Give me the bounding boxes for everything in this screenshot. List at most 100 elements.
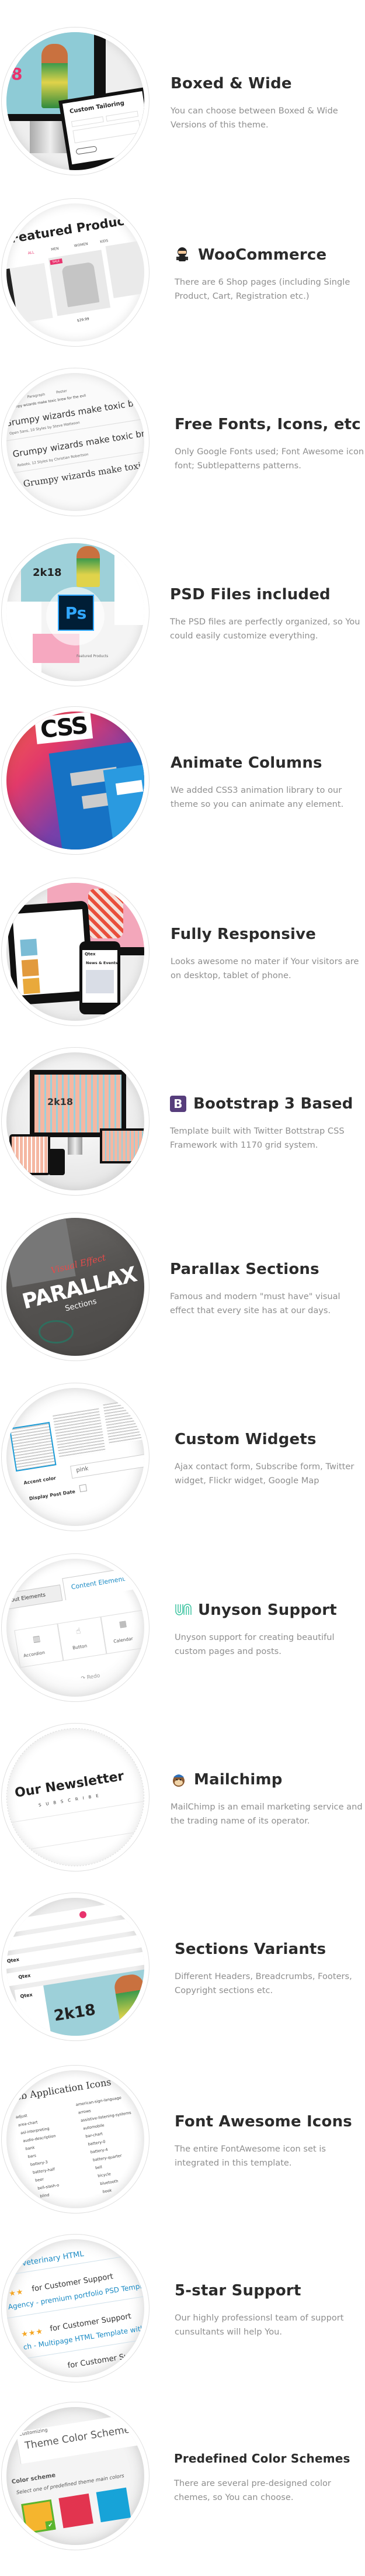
feature-text: Parallax Sections Famous and modern "mus…: [170, 1259, 363, 1318]
icon-list: adjust area-chart asl-interpreting audio-de…: [15, 2106, 73, 2198]
shop-preview: Featured Products ALL MEN WOMEN KIDS SAL…: [6, 210, 144, 341]
icon-list-item: bell: [95, 2164, 103, 2171]
feature-font-awesome: Web Application Icons adjust area-chart as…: [0, 2065, 365, 2214]
swatch-selected[interactable]: ✔: [21, 2499, 56, 2534]
calendar-icon: ▦: [118, 1619, 128, 1630]
brand-mark: 8: [11, 64, 23, 84]
element-label: Button: [72, 1643, 88, 1651]
icon-list: american-sign-language arrows assistive-li…: [75, 2091, 144, 2194]
font-tab: Poster: [55, 389, 68, 395]
icon-list-item: battery-4: [90, 2147, 109, 2155]
feature-desc: The PSD files are perfectly organized, s…: [170, 617, 360, 641]
woocommerce-ninja-icon: [175, 247, 191, 263]
brand-logo: Qtex: [19, 1992, 33, 2000]
hand-pointer-icon: ☝: [75, 1626, 82, 1636]
element-label: Accordion: [23, 1649, 46, 1659]
icon-list-item: american-sign-language: [75, 2095, 122, 2108]
bootstrap-icon: B: [170, 1096, 186, 1112]
brand-logo: Qtex: [18, 1973, 32, 1980]
model-photo: [77, 546, 100, 587]
headers-preview: Qtex Qtex Qtex 2k18: [6, 1898, 144, 2036]
phone-icon: [79, 1911, 87, 1919]
phone-screen: Qtex News & Events: [82, 950, 118, 1003]
divider: [9, 1798, 144, 1824]
feature-title: Sections Variants: [175, 1940, 326, 1958]
feature-sections-variants: Qtex Qtex Qtex 2k18 Sections Variants Di…: [0, 1893, 365, 2041]
phone: [48, 1149, 65, 1175]
icon-list-item: battery-half: [32, 2167, 55, 2176]
feature-text: Custom Widgets Ajax contact form, Subscr…: [175, 1429, 365, 1488]
element-accordion: ▥ Accordion: [14, 1623, 64, 1668]
feature-title: Custom Widgets: [175, 1431, 317, 1448]
shop-tab: KIDS: [99, 239, 109, 244]
newsletter-preview: Our Newsletter SUBSCRIBE: [7, 1741, 144, 1866]
swatch[interactable]: [96, 2487, 131, 2523]
feature-title: Animate Columns: [171, 754, 322, 772]
feature-text: PSD Files included The PSD files are per…: [170, 585, 363, 643]
feature-desc: We added CSS3 animation library to our t…: [171, 785, 344, 809]
feature-boxed-wide: 8 Custom Tailoring Boxed & Wide You can …: [0, 27, 365, 175]
swatch[interactable]: [58, 2493, 93, 2529]
feature-bootstrap: 2k18 B Bootstrap 3 Based Template built w…: [0, 1047, 365, 1196]
grid-overlay: [102, 1131, 144, 1161]
builder-preview: Layout Elements Content Elements ▥ Accor…: [6, 1559, 144, 1697]
element-calendar: ▦ Calendar: [100, 1610, 144, 1655]
feature-desc: You can choose between Boxed & Wide Vers…: [171, 106, 338, 130]
check-icon: ✔: [45, 2520, 56, 2531]
icon-list-item: asl-interpreting: [20, 2126, 50, 2136]
tab-layout-elements: Layout Elements: [6, 1584, 63, 1611]
feature-custom-widgets: pink ▼ Accent color Display Post Date Cu…: [0, 1383, 365, 1531]
feature-desc: Famous and modern "must have" visual eff…: [170, 1292, 340, 1315]
element-button: ☝ Button: [57, 1616, 107, 1661]
feature-text: Boxed & Wide You can choose between Boxe…: [171, 74, 363, 132]
widget-preview: pink ▼ Accent color Display Post Date: [6, 1388, 144, 1526]
feature-image: 8 Custom Tailoring: [1, 27, 150, 175]
feature-text: B Bootstrap 3 Based Template built with T…: [170, 1094, 363, 1152]
feature-title: Font Awesome Icons: [175, 2113, 352, 2130]
feature-title: Free Fonts, Icons, etc: [175, 416, 361, 433]
desktop: 2k18: [30, 1070, 126, 1137]
paper-sheet: [6, 1218, 76, 1287]
field-label: Accent color: [23, 1475, 57, 1486]
grid-overlay: [12, 1137, 48, 1173]
feature-title: Mailchimp: [194, 1771, 283, 1788]
form-field: [71, 116, 104, 127]
glasses: [39, 1320, 74, 1344]
page-preview: [114, 555, 144, 625]
feature-five-star-support: veterinary HTML ★★ for Customer Support …: [0, 2234, 365, 2382]
tablet-screen: [12, 909, 88, 996]
avatar: [20, 938, 38, 956]
product-card: [6, 263, 53, 324]
feature-woocommerce: Featured Products ALL MEN WOMEN KIDS SAL…: [0, 198, 365, 347]
product-price: $29.99: [77, 317, 90, 323]
brand-mark: 2k18: [33, 567, 62, 579]
feature-text: Fully Responsive Looks awesome no mater …: [171, 924, 363, 983]
feature-title: Boxed & Wide: [171, 75, 292, 92]
icon-list-item: battery-quarter: [92, 2153, 123, 2163]
icon-list-item: bar-chart: [85, 2131, 103, 2139]
icon-list-item: book: [102, 2188, 112, 2194]
reviews-preview: veterinary HTML ★★ for Customer Support …: [6, 2239, 144, 2377]
mailchimp-icon: [171, 1772, 187, 1788]
sale-badge: SALE: [50, 258, 62, 265]
page-label: Featured Products: [77, 654, 109, 658]
feature-desc: There are 6 Shop pages (including Single…: [175, 277, 350, 301]
feature-text: Sections Variants Different Headers, Bre…: [175, 1939, 365, 1998]
feature-desc: Ajax contact form, Subscribe form, Twitt…: [175, 1462, 354, 1486]
feature-psd-files: 2k18 Featured Products Ps PSD Files incl…: [0, 538, 365, 686]
feature-text: WooCommerce There are 6 Shop pages (incl…: [175, 245, 365, 303]
review-label: for Customer Support: [67, 2349, 144, 2371]
feature-title: Predefined Color Schemes: [174, 2451, 350, 2465]
feature-desc: Looks awesome no mater if Your visitors …: [171, 956, 359, 980]
feature-title: 5-star Support: [175, 2282, 301, 2299]
icon-list-item: blind: [39, 2192, 50, 2199]
feature-text: 5-star Support Our highly professionsl t…: [175, 2281, 365, 2339]
icon-list-item: audio-description: [22, 2133, 56, 2143]
accordion-icon: ▥: [32, 1634, 41, 1645]
brand-logo: Qtex: [6, 1956, 20, 1964]
feature-desc: Template built with Twitter Bottstrap CS…: [170, 1126, 345, 1150]
feature-text: Unyson Support Unyson support for creati…: [175, 1600, 365, 1659]
icon-list-item: bell-slash-o: [37, 2183, 60, 2191]
product-card: [105, 239, 144, 298]
divider: [13, 1827, 144, 1852]
